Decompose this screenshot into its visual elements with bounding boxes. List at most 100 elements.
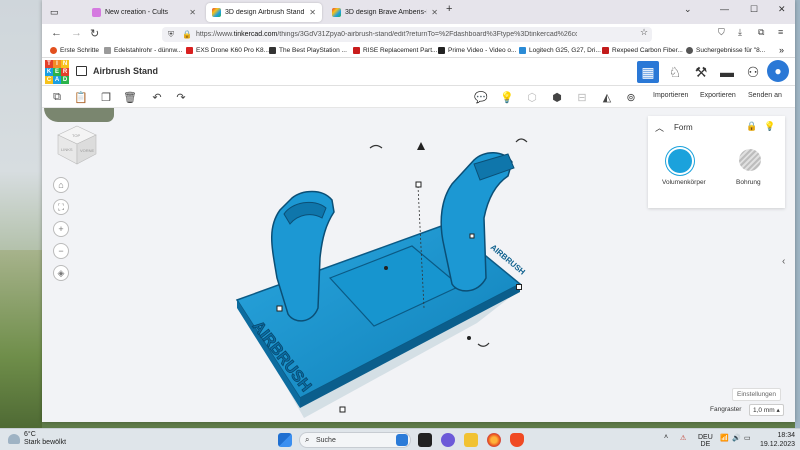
new-tab-button[interactable]: + <box>446 3 452 15</box>
tab-close-icon[interactable]: ✕ <box>431 8 438 17</box>
volume-icon[interactable]: 🔊 <box>732 434 741 442</box>
home-view-icon[interactable]: ⌂ <box>53 177 69 193</box>
rotate-handle-icon[interactable] <box>369 144 383 149</box>
bookmark-item[interactable]: Edelstahlrohr - dünnw... <box>104 47 182 54</box>
hole-swatch[interactable] <box>739 149 761 171</box>
taskbar-clock[interactable]: 18:34 19.12.2023 <box>760 431 795 449</box>
chevron-up-icon[interactable]: ˄ <box>664 434 668 441</box>
downloads-icon[interactable]: ⤓ <box>738 27 742 38</box>
bookmark-item[interactable]: Suchergebnisse für "8... <box>686 47 765 54</box>
group-icon[interactable]: ⬡ <box>525 90 539 104</box>
send-to-button[interactable]: Senden an <box>748 92 782 99</box>
mirror-icon[interactable]: ◭ <box>600 90 614 104</box>
side-handle[interactable] <box>467 336 471 340</box>
airbrush-stand-model[interactable]: AIRBRUSH AIRBRUSH <box>222 128 542 418</box>
pocket-icon[interactable]: ⛉ <box>718 27 725 38</box>
lego-brick-icon[interactable]: ▬ <box>716 61 738 83</box>
move-up-arrow-icon[interactable] <box>417 142 425 150</box>
battery-icon[interactable]: ▭ <box>744 434 751 442</box>
import-button[interactable]: Importieren <box>653 92 688 99</box>
corner-handle[interactable] <box>339 406 346 413</box>
snap-grid-select[interactable]: 1,0 mm ▴ <box>749 404 784 416</box>
bookmark-item[interactable]: Rexpeed Carbon Fiber... <box>602 47 683 54</box>
rotate-handle-icon[interactable] <box>515 138 528 143</box>
cruise-magnet-icon[interactable]: ⊚ <box>624 90 638 104</box>
security-icon[interactable]: ⚠ <box>680 434 686 442</box>
view-cube[interactable]: TOP LINKS VORNE <box>56 124 98 166</box>
solid-color-swatch[interactable] <box>668 149 692 173</box>
side-handle[interactable] <box>469 233 475 239</box>
bookmark-star-icon[interactable]: ☆ <box>640 27 648 38</box>
rotate-handle-icon[interactable] <box>477 342 490 347</box>
search-highlight-icon[interactable] <box>396 434 408 446</box>
light-bulb-icon[interactable]: 💡 <box>764 121 775 132</box>
pickaxe-icon[interactable]: ⚒ <box>690 61 712 83</box>
task-view-icon[interactable] <box>418 433 432 447</box>
firefox-icon[interactable] <box>487 433 501 447</box>
close-window-button[interactable]: ✕ <box>778 4 786 15</box>
undo-icon[interactable]: ↶ <box>150 90 164 104</box>
wifi-icon[interactable]: 📶 <box>720 434 729 442</box>
lock-icon[interactable]: 🔒 <box>746 121 757 132</box>
region-code[interactable]: DE <box>701 441 711 448</box>
collapse-panel-chevron-icon[interactable]: ‹ <box>782 256 785 267</box>
back-arrow-icon[interactable]: ← <box>51 27 62 39</box>
taskbar-search[interactable]: ⌕ Suche <box>299 432 411 448</box>
perspective-icon[interactable]: ◈ <box>53 265 69 281</box>
notes-icon[interactable]: 💬 <box>474 90 488 104</box>
bookmark-item[interactable]: The Best PlayStation ... <box>269 47 347 54</box>
corner-handle[interactable] <box>276 305 283 312</box>
hamburger-menu-icon[interactable]: ≡ <box>778 27 783 37</box>
brick-figure-icon[interactable]: ♘ <box>664 61 686 83</box>
ungroup-icon[interactable]: ⬢ <box>550 90 564 104</box>
bookmark-item[interactable]: RISE Replacement Part... <box>353 47 437 54</box>
corner-handle[interactable] <box>516 284 522 290</box>
language-code[interactable]: DEU <box>698 434 713 441</box>
windows-start-icon[interactable] <box>278 433 292 447</box>
height-handle[interactable] <box>415 181 422 188</box>
workplane-canvas[interactable]: TOP LINKS VORNE ⌂ ⛶ + − ◈ AIRBRUSH AIRBR… <box>42 108 795 422</box>
forward-arrow-icon[interactable]: → <box>71 27 82 39</box>
settings-button[interactable]: Einstellungen <box>732 388 782 401</box>
zoom-out-icon[interactable]: − <box>53 243 69 259</box>
minimize-button[interactable]: — <box>720 4 729 14</box>
bookmarks-overflow-button[interactable]: » <box>779 45 784 55</box>
side-handle[interactable] <box>384 266 388 270</box>
add-user-icon[interactable]: ⚇ <box>742 61 764 83</box>
tab-airbrush-stand[interactable]: 3D design Airbrush Stand | Tink ✕ <box>206 3 322 22</box>
design-list-icon[interactable] <box>76 66 87 76</box>
delete-icon[interactable]: 🗑 <box>123 90 137 104</box>
chevron-up-icon[interactable]: ︿ <box>655 121 664 134</box>
reload-icon[interactable]: ↻ <box>90 27 99 40</box>
weather-widget[interactable]: 6°C Stark bewölkt <box>8 431 66 447</box>
copy-icon[interactable]: ⧉ <box>50 90 64 104</box>
export-button[interactable]: Exportieren <box>700 92 736 99</box>
zoom-in-icon[interactable]: + <box>53 221 69 237</box>
light-bulb-icon[interactable]: 💡 <box>500 90 514 104</box>
tab-brave-amberis[interactable]: 3D design Brave Amberis-Bojo ✕ <box>326 3 444 22</box>
tab-close-icon[interactable]: ✕ <box>309 8 316 17</box>
bookmark-item[interactable]: Logitech G25, G27, Dri... <box>519 47 601 54</box>
redo-icon[interactable]: ↷ <box>174 90 188 104</box>
tab-close-icon[interactable]: ✕ <box>189 8 196 17</box>
paste-icon[interactable]: 📋 <box>74 90 88 104</box>
teams-chat-icon[interactable] <box>441 433 455 447</box>
bookmark-item[interactable]: Prime Video - Video o... <box>438 47 516 54</box>
tab-cults[interactable]: New creation - Cults ✕ <box>86 3 202 22</box>
address-bar[interactable]: ⛨🔒 https://www. tinkercad.com /things/3G… <box>162 27 652 42</box>
design-title[interactable]: Airbrush Stand <box>93 66 158 76</box>
fit-view-icon[interactable]: ⛶ <box>53 199 69 215</box>
tab-overview-button[interactable]: ▭ <box>44 3 64 22</box>
tab-list-button[interactable]: ⌄ <box>684 4 692 15</box>
file-explorer-icon[interactable] <box>464 433 478 447</box>
brave-browser-icon[interactable] <box>510 433 524 447</box>
grid-view-icon[interactable]: ▦ <box>637 61 659 83</box>
align-icon[interactable]: ⊟ <box>575 90 589 104</box>
extensions-icon[interactable]: ⧉ <box>758 27 764 38</box>
bookmark-item[interactable]: Erste Schritte <box>50 47 99 54</box>
avatar[interactable]: ● <box>767 60 789 82</box>
tinkercad-logo[interactable]: T I N K E R C A D <box>45 60 69 84</box>
duplicate-icon[interactable]: ❐ <box>99 90 113 104</box>
bookmark-item[interactable]: EXS Drone K60 Pro K8... <box>186 47 269 54</box>
maximize-button[interactable]: ☐ <box>750 4 758 15</box>
